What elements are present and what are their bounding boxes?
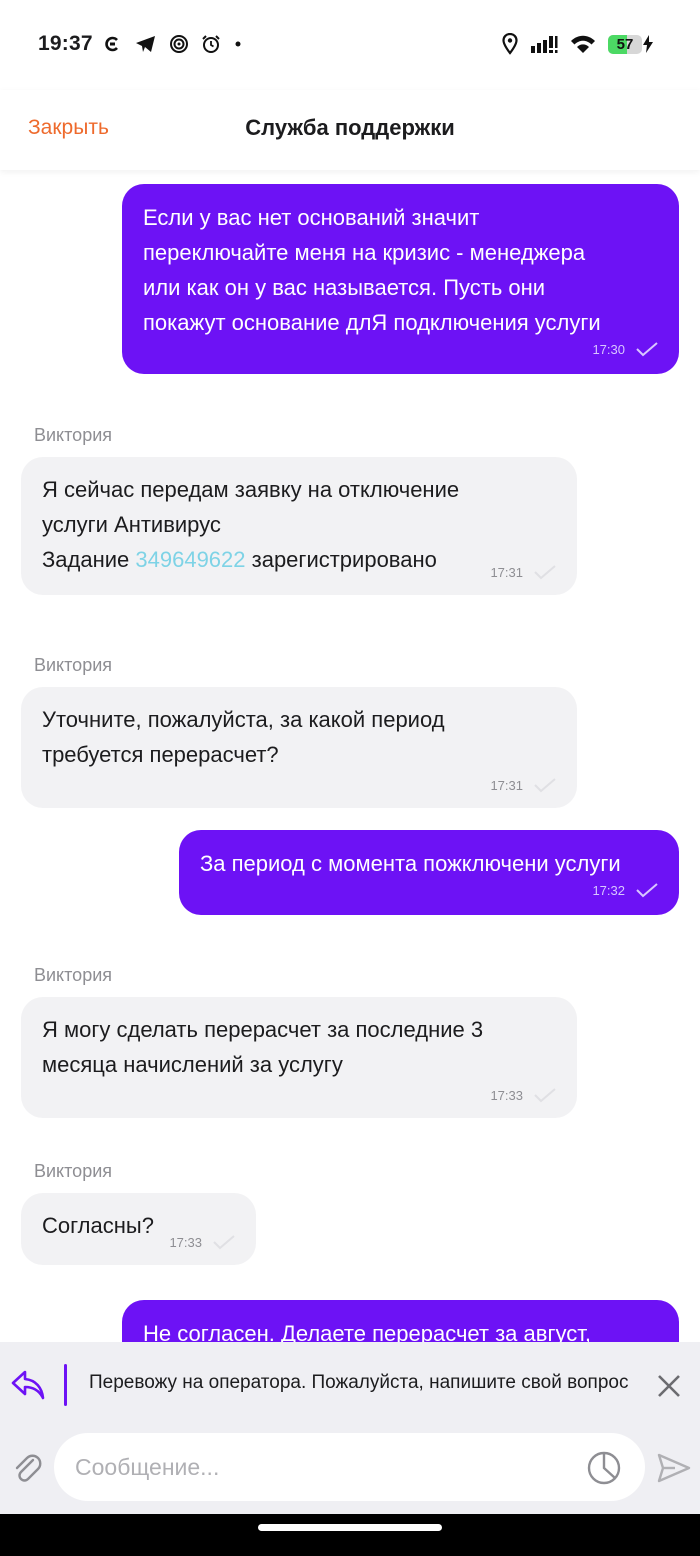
check-icon	[534, 565, 556, 580]
sender-name: Виктория	[34, 1161, 113, 1181]
target-icon	[170, 35, 188, 53]
message-composer	[0, 1428, 700, 1514]
sender-name: Виктория	[34, 655, 113, 675]
send-icon[interactable]	[657, 1452, 691, 1484]
message-text: Уточните, пожалуйста, за какой период тр…	[42, 707, 445, 767]
task-number-link[interactable]: 349649622	[135, 547, 245, 572]
location-icon	[502, 33, 518, 55]
message-text: Я могу сделать перерасчет за последние 3…	[42, 1017, 484, 1077]
check-icon	[636, 342, 658, 357]
message-outgoing[interactable]: За период с момента пожключени услуги 17…	[179, 830, 679, 915]
system-icons: 57	[502, 32, 654, 56]
sender-name: Виктория	[34, 425, 113, 445]
sender-name: Виктория	[34, 965, 113, 985]
message-meta: 17:32	[200, 879, 659, 901]
message-text-part: зарегистрировано	[245, 547, 437, 572]
message-time: 17:33	[490, 1087, 523, 1103]
charging-icon	[643, 35, 653, 53]
message-meta: 17:30	[143, 338, 659, 360]
message-outgoing[interactable]: Не согласен. Делаете перерасчет за авгус…	[122, 1300, 679, 1342]
message-time: 17:30	[592, 341, 625, 357]
sticker-icon[interactable]	[586, 1450, 622, 1486]
check-icon	[534, 1088, 556, 1103]
message-outgoing[interactable]: Если у вас нет оснований значит переключ…	[122, 184, 679, 374]
status-bar: 19:37 57	[0, 0, 700, 90]
message-meta: 17:33	[42, 1084, 557, 1106]
check-icon	[534, 778, 556, 793]
message-incoming[interactable]: Уточните, пожалуйста, за какой период тр…	[21, 687, 577, 808]
message-incoming[interactable]: Я могу сделать перерасчет за последние 3…	[21, 997, 577, 1118]
message-text: За период с момента пожключени услуги	[200, 851, 621, 876]
notification-icons	[103, 32, 243, 56]
message-time: 17:33	[169, 1234, 202, 1250]
paperclip-icon[interactable]	[12, 1452, 42, 1484]
home-indicator[interactable]	[258, 1524, 442, 1531]
message-time: 17:32	[592, 882, 625, 898]
check-icon	[213, 1235, 235, 1250]
chat-history[interactable]: Если у вас нет оснований значит переключ…	[0, 170, 700, 1342]
close-icon[interactable]	[655, 1372, 683, 1400]
message-time: 17:31	[490, 777, 523, 793]
battery-level: 57	[616, 35, 634, 53]
message-input[interactable]	[75, 1447, 565, 1487]
reply-icon	[11, 1370, 45, 1400]
message-incoming[interactable]: Согласны? 17:33	[21, 1193, 256, 1265]
dot-icon	[235, 41, 241, 47]
battery-indicator: 57	[608, 34, 654, 54]
message-time: 17:31	[490, 564, 523, 580]
telegram-icon	[136, 36, 155, 52]
system-nav-area	[0, 1514, 700, 1556]
header: Закрыть Служба поддержки	[0, 90, 700, 170]
message-field[interactable]	[54, 1433, 645, 1501]
signal-icon	[531, 36, 558, 53]
message-text: Если у вас нет оснований значит переключ…	[143, 205, 601, 335]
wifi-icon	[571, 35, 595, 53]
message-incoming[interactable]: Я сейчас передам заявку на отключение ус…	[21, 457, 577, 595]
message-meta: 17:31	[42, 774, 557, 796]
status-time: 19:37	[38, 32, 93, 55]
page-title: Служба поддержки	[245, 115, 455, 140]
reply-divider	[64, 1364, 67, 1406]
app-notification-icon	[105, 36, 118, 52]
message-text: Не согласен. Делаете перерасчет за авгус…	[143, 1321, 591, 1342]
reply-preview-text: Перевожу на оператора. Пожалуйста, напиш…	[89, 1372, 629, 1393]
reply-preview: Перевожу на оператора. Пожалуйста, напиш…	[0, 1342, 700, 1428]
alarm-icon	[202, 35, 220, 53]
check-icon	[636, 883, 658, 898]
